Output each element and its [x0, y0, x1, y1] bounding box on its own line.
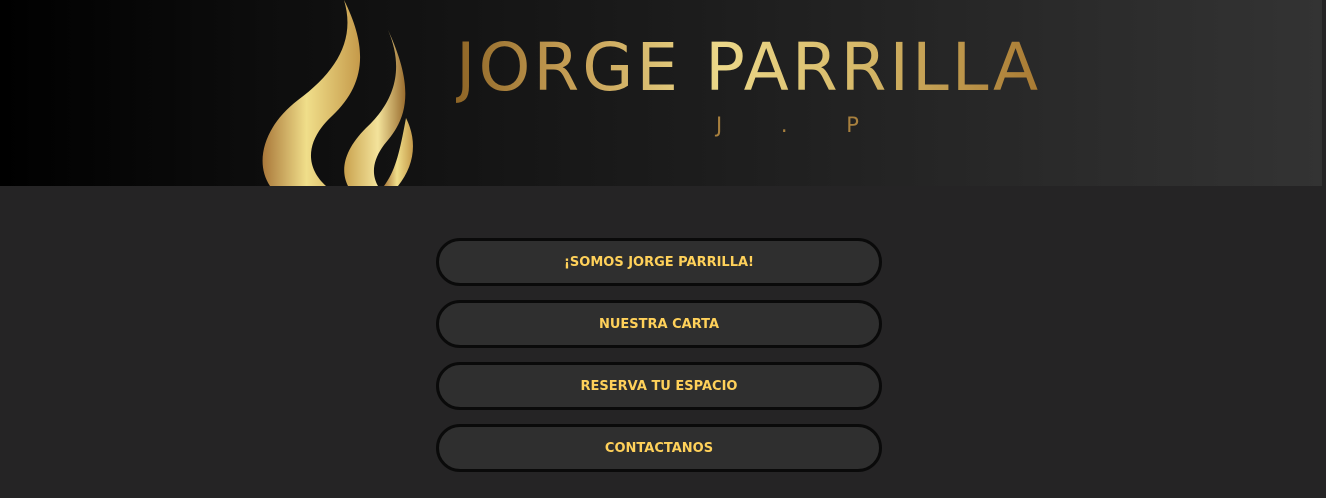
- brand-title: JORGE PARRILLA: [456, 29, 1042, 106]
- nav-button-label: ¡SOMOS JORGE PARRILLA!: [563, 254, 754, 270]
- nav-button-label: CONTACTANOS: [604, 440, 714, 456]
- nav-button-somos[interactable]: ¡SOMOS JORGE PARRILLA!: [436, 238, 882, 286]
- brand-subtitle: J . P: [716, 113, 885, 137]
- nav-button-label: NUESTRA CARTA: [598, 316, 720, 332]
- main-nav: ¡SOMOS JORGE PARRILLA! NUESTRA CARTA RES…: [436, 238, 882, 486]
- nav-button-reserva[interactable]: RESERVA TU ESPACIO: [436, 362, 882, 410]
- nav-button-contacto[interactable]: CONTACTANOS: [436, 424, 882, 472]
- header-banner: JORGE PARRILLA J . P: [0, 0, 1322, 186]
- nav-button-label: RESERVA TU ESPACIO: [580, 378, 738, 394]
- nav-button-carta[interactable]: NUESTRA CARTA: [436, 300, 882, 348]
- flame-icon: [262, 0, 413, 186]
